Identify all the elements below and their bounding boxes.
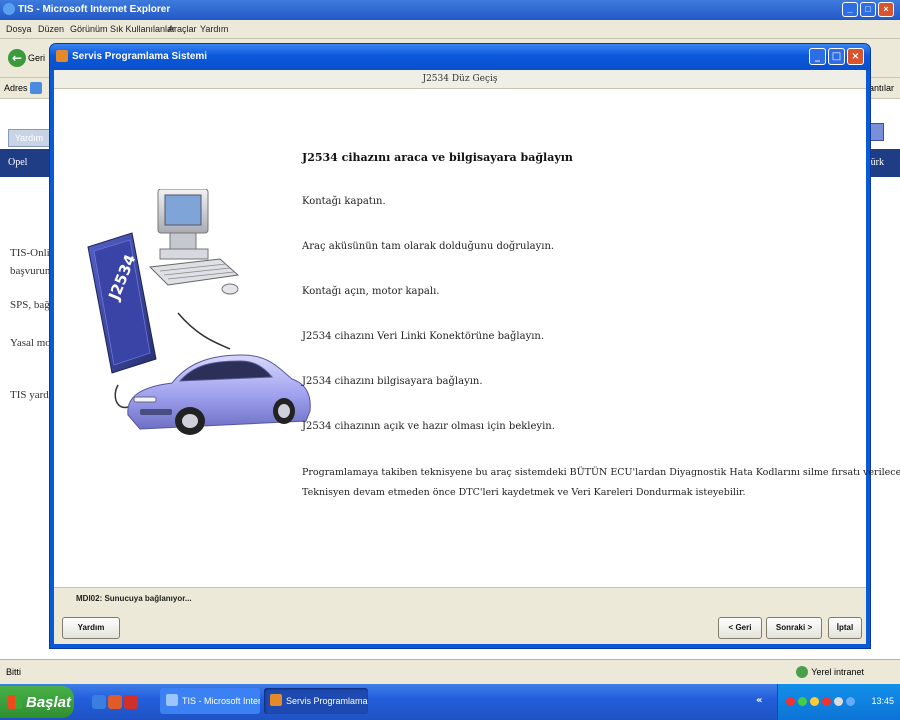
tray-icon[interactable] bbox=[846, 697, 855, 706]
minimize-icon[interactable]: _ bbox=[809, 48, 826, 65]
usb-cable-icon bbox=[177, 312, 231, 350]
media-player-icon[interactable] bbox=[108, 695, 122, 709]
menu-item-favorites[interactable]: Sık Kullanılanlar bbox=[110, 24, 175, 34]
menu-item-view[interactable]: Görünüm bbox=[70, 24, 108, 34]
minimize-icon[interactable]: _ bbox=[842, 2, 858, 17]
dialog-subtitle: J2534 Düz Geçiş bbox=[54, 70, 866, 89]
start-label: Başlat bbox=[26, 694, 72, 711]
tray-icon[interactable] bbox=[834, 697, 843, 706]
sps-dialog: Servis Programlama Sistemi _ □ × J2534 D… bbox=[50, 44, 900, 648]
ie-title-bar[interactable]: TIS - Microsoft Internet Explorer _ □ × bbox=[0, 0, 900, 20]
menu-item-tools[interactable]: Araçlar bbox=[168, 24, 197, 34]
windows-flag-icon bbox=[8, 695, 22, 709]
back-arrow-icon[interactable]: ← bbox=[8, 49, 26, 67]
dialog-title: Servis Programlama Sistemi bbox=[72, 51, 208, 62]
maximize-icon[interactable]: □ bbox=[860, 2, 876, 17]
page-icon bbox=[30, 82, 42, 94]
system-tray: 13:45 bbox=[777, 684, 900, 720]
tray-icon[interactable] bbox=[822, 697, 831, 706]
clock[interactable]: 13:45 bbox=[871, 696, 894, 706]
taskbar: Başlat TIS - Microsoft Intern... Servis … bbox=[0, 684, 900, 720]
print-icon[interactable] bbox=[870, 123, 884, 141]
dtc-note-line: Teknisyen devam etmeden önce DTC'leri ka… bbox=[302, 487, 746, 498]
back-button-label[interactable]: Geri bbox=[28, 53, 45, 63]
j2534-connection-illustration: J2534 bbox=[87, 189, 311, 435]
task-ie-window[interactable]: TIS - Microsoft Intern... bbox=[160, 688, 260, 714]
ie-menu-bar: Dosya Düzen Görünüm Sık Kullanılanlar Ar… bbox=[0, 20, 900, 39]
j2534-device-icon: J2534 bbox=[87, 232, 157, 374]
page-text-line: başvurun bbox=[10, 265, 51, 277]
ie-status-bar: Bitti Yerel intranet bbox=[0, 659, 900, 684]
step-item: Kontağı açın, motor kapalı. bbox=[302, 286, 440, 297]
task-label: TIS - Microsoft Intern... bbox=[182, 696, 260, 706]
chevron-icon[interactable]: « bbox=[756, 695, 762, 706]
ie-icon bbox=[3, 3, 15, 15]
maximize-icon[interactable]: □ bbox=[828, 48, 845, 65]
close-icon[interactable]: × bbox=[847, 48, 864, 65]
computer-icon bbox=[148, 189, 240, 295]
address-label: Adres bbox=[4, 83, 28, 93]
connection-status: MDI02: Sunucuya bağlanıyor... bbox=[76, 594, 192, 603]
menu-item-edit[interactable]: Düzen bbox=[38, 24, 64, 34]
start-button[interactable]: Başlat bbox=[0, 686, 74, 718]
task-sps-window[interactable]: Servis Programlama S... bbox=[264, 688, 368, 714]
tray-icon[interactable] bbox=[810, 697, 819, 706]
help-button[interactable]: Yardım bbox=[62, 617, 120, 639]
cancel-button[interactable]: İptal bbox=[828, 617, 862, 639]
next-button[interactable]: Sonraki > bbox=[766, 617, 822, 639]
app-icon bbox=[56, 50, 68, 62]
ie-task-icon bbox=[166, 694, 178, 706]
browser-icon[interactable] bbox=[124, 695, 138, 709]
close-icon[interactable]: × bbox=[878, 2, 894, 17]
task-label: Servis Programlama S... bbox=[286, 696, 368, 706]
step-item: J2534 cihazını Veri Linki Konektörüne ba… bbox=[302, 331, 545, 342]
dtc-note-line: Programlamaya takiben teknisyene bu araç… bbox=[302, 467, 900, 478]
menu-item-help[interactable]: Yardım bbox=[200, 24, 228, 34]
show-desktop-icon[interactable] bbox=[92, 695, 106, 709]
dialog-status-bar: MDI02: Sunucuya bağlanıyor... bbox=[54, 587, 866, 611]
ie-page-tab[interactable]: Yardım bbox=[8, 129, 50, 147]
page-text-line: Yasal mo bbox=[10, 337, 51, 349]
step-item: Araç aküsünün tam olarak dolduğunu doğru… bbox=[302, 241, 555, 252]
zone-text: Yerel intranet bbox=[811, 667, 864, 677]
tray-icon[interactable] bbox=[798, 697, 807, 706]
dialog-title-bar[interactable]: Servis Programlama Sistemi _ □ × bbox=[50, 44, 870, 70]
dialog-button-bar: Yardım < Geri Sonraki > İptal bbox=[54, 610, 866, 644]
step-item: J2534 cihazının açık ve hazır olması içi… bbox=[302, 421, 555, 432]
back-button[interactable]: < Geri bbox=[718, 617, 762, 639]
step-item: Kontağı kapatın. bbox=[302, 196, 386, 207]
intranet-icon bbox=[796, 666, 808, 678]
step-item: J2534 cihazını bilgisayara bağlayın. bbox=[302, 376, 483, 387]
instructions-panel: J2534 J2534 cihazını araca ve bilgisayar… bbox=[54, 89, 900, 587]
sps-task-icon bbox=[270, 694, 282, 706]
steps-heading: J2534 cihazını araca ve bilgisayara bağl… bbox=[302, 151, 573, 164]
car-icon bbox=[127, 354, 311, 435]
dialog-body: J2534 Düz Geçiş J2534 J2534 cihazını ara… bbox=[54, 70, 900, 644]
nav-left-label[interactable]: Opel bbox=[8, 157, 27, 168]
ie-title: TIS - Microsoft Internet Explorer bbox=[18, 4, 171, 15]
tray-icon[interactable] bbox=[786, 697, 795, 706]
menu-item-file[interactable]: Dosya bbox=[6, 24, 32, 34]
status-text: Bitti bbox=[6, 667, 22, 677]
